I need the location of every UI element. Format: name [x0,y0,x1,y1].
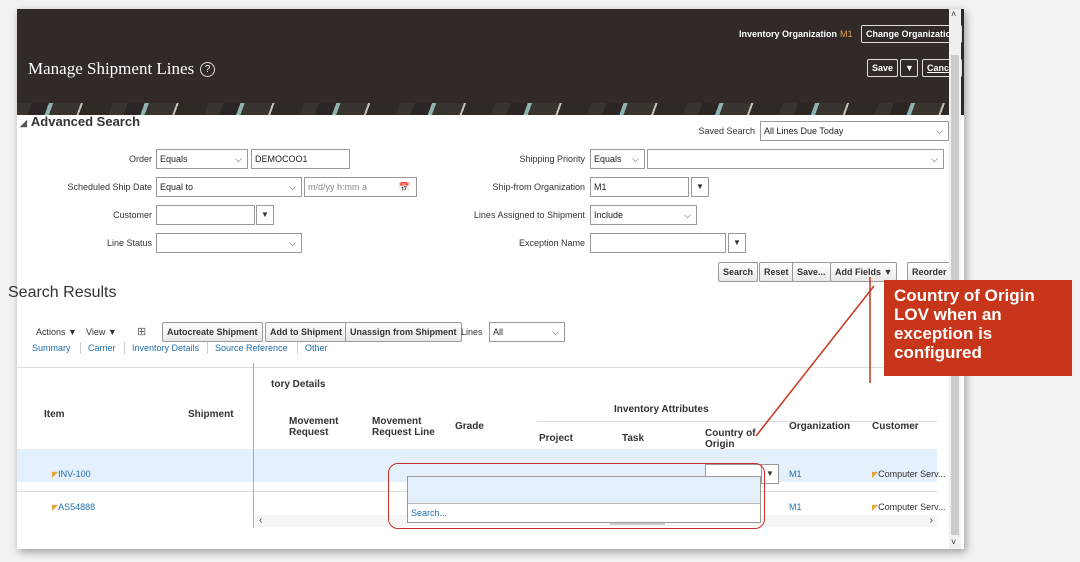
annotation-callout: Country of Origin LOV when an exception … [884,280,1072,376]
callout-pointer-line [755,285,875,437]
